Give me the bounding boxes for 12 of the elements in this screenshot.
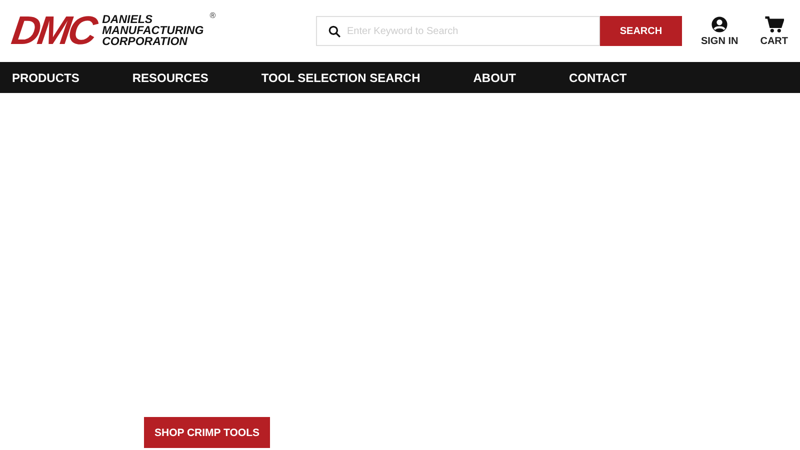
nav-link[interactable]: CONTACT	[568, 70, 627, 84]
shop-button[interactable]: SHOP CRIMP TOOLS	[144, 417, 270, 448]
nav-link[interactable]: TOOL SELECTION SEARCH	[261, 70, 420, 84]
sign-in-button[interactable]: SIGN IN	[700, 16, 738, 46]
cart-icon	[764, 16, 784, 32]
nav-link[interactable]: PRODUCTS	[12, 70, 80, 84]
search-button[interactable]: SEARCH	[600, 16, 682, 46]
search-icon	[328, 25, 341, 38]
cart-button[interactable]: CART	[760, 16, 788, 46]
nav-link[interactable]: RESOURCES	[132, 70, 208, 84]
user-icon	[711, 16, 728, 32]
nav-link[interactable]: ABOUT	[473, 70, 516, 84]
